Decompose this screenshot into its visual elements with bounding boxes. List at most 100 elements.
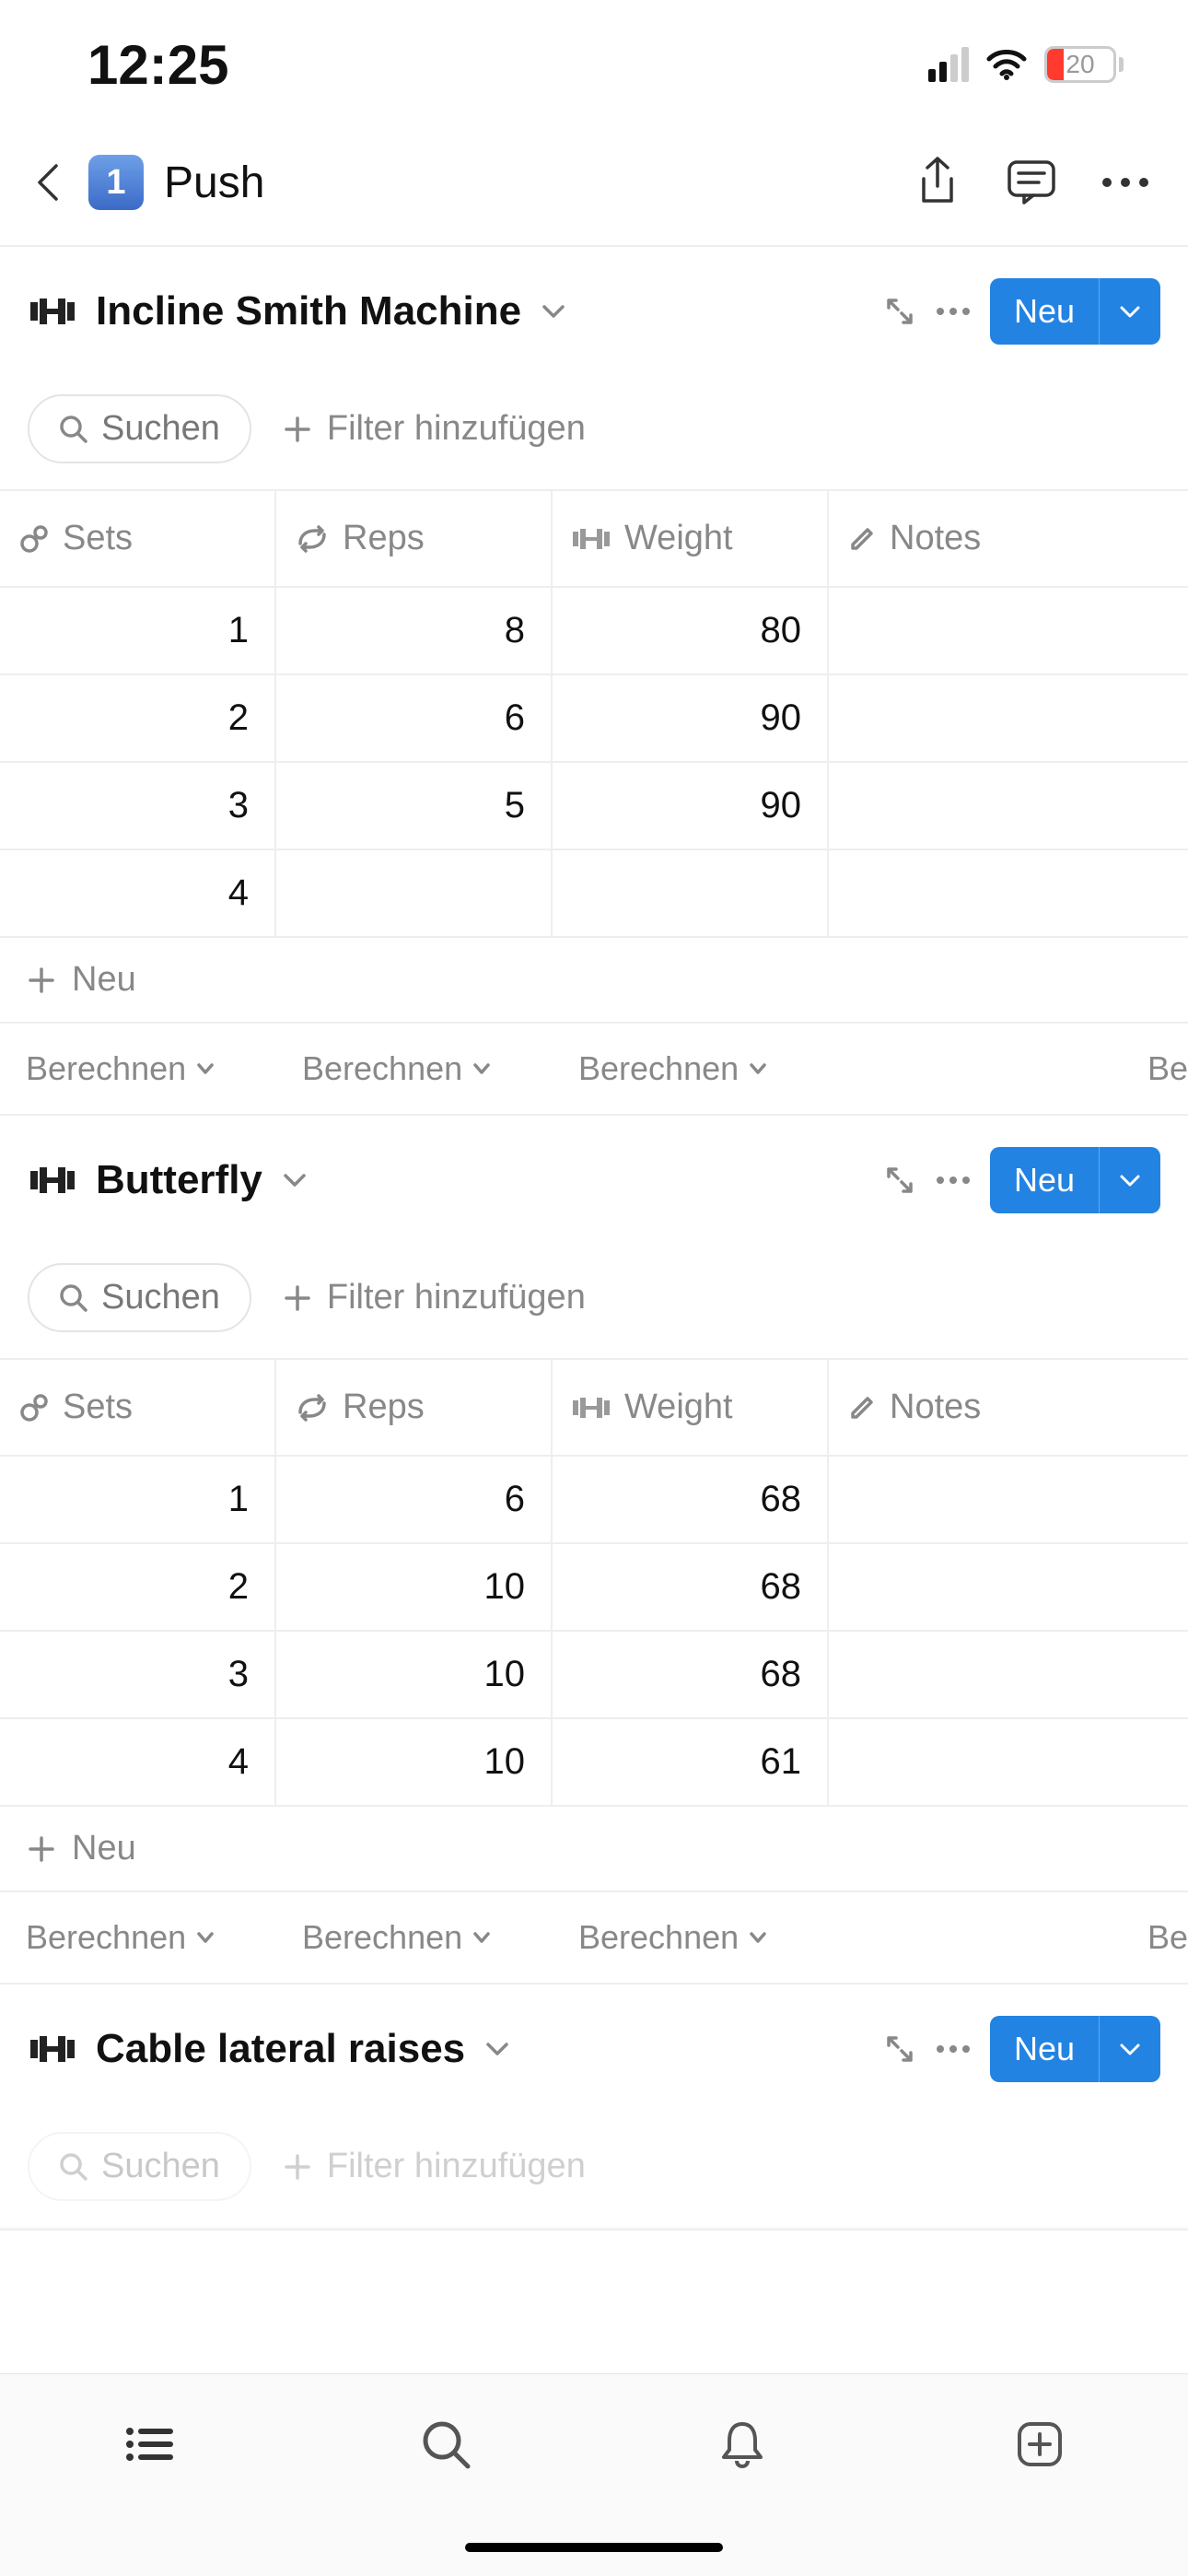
exercise-title[interactable]: Cable lateral raises: [96, 2026, 465, 2072]
expand-button[interactable]: [883, 2032, 916, 2066]
calc-cell[interactable]: Berechnen: [553, 1042, 829, 1095]
add-row-button[interactable]: Neu: [0, 1807, 1188, 1892]
block-more-button[interactable]: [935, 306, 972, 317]
cell-reps[interactable]: 6: [276, 1457, 553, 1542]
cell-notes[interactable]: [829, 1544, 1188, 1630]
calc-cell[interactable]: Berechnen: [0, 1042, 276, 1095]
table-row[interactable]: 1880: [0, 588, 1188, 675]
cell-sets[interactable]: 3: [0, 1632, 276, 1717]
cell-reps[interactable]: 8: [276, 588, 553, 673]
table-row[interactable]: 31068: [0, 1632, 1188, 1719]
new-entry-dropdown[interactable]: [1099, 2016, 1160, 2082]
search-button[interactable]: Suchen: [28, 1263, 251, 1332]
calc-cell[interactable]: Be: [829, 1042, 1188, 1095]
cell-weight[interactable]: 68: [553, 1457, 829, 1542]
cell-notes[interactable]: [829, 675, 1188, 761]
cell-reps[interactable]: 10: [276, 1632, 553, 1717]
table-row[interactable]: 2690: [0, 675, 1188, 763]
cell-notes[interactable]: [829, 1719, 1188, 1805]
back-button[interactable]: [28, 162, 68, 203]
comments-button[interactable]: [1006, 157, 1057, 208]
add-filter-label: Filter hinzufügen: [327, 1278, 586, 1317]
cell-sets[interactable]: 1: [0, 1457, 276, 1542]
dumbbell-icon: [28, 1165, 77, 1195]
exercise-title[interactable]: Butterfly: [96, 1157, 262, 1203]
add-filter-button[interactable]: Filter hinzufügen: [283, 1278, 586, 1317]
cell-weight[interactable]: 68: [553, 1632, 829, 1717]
cell-sets[interactable]: 4: [0, 1719, 276, 1805]
table-row[interactable]: 41061: [0, 1719, 1188, 1807]
add-row-button[interactable]: Neu: [0, 938, 1188, 1024]
cell-sets[interactable]: 4: [0, 850, 276, 936]
column-header-weight[interactable]: Weight: [553, 491, 829, 586]
search-button[interactable]: Suchen: [28, 394, 251, 463]
new-entry-dropdown[interactable]: [1099, 278, 1160, 345]
cell-sets[interactable]: 2: [0, 1544, 276, 1630]
cell-weight[interactable]: [553, 850, 829, 936]
column-header-reps[interactable]: Reps: [276, 491, 553, 586]
chevron-down-icon: [748, 1061, 768, 1076]
exercise-title[interactable]: Incline Smith Machine: [96, 288, 521, 334]
add-filter-button[interactable]: Filter hinzufügen: [283, 409, 586, 449]
tab-list[interactable]: [121, 2417, 176, 2472]
cell-reps[interactable]: [276, 850, 553, 936]
block-more-button[interactable]: [935, 1175, 972, 1186]
calc-cell[interactable]: Berechnen: [0, 1911, 276, 1964]
chevron-down-icon[interactable]: [540, 302, 567, 321]
tab-search[interactable]: [418, 2417, 473, 2472]
calc-cell[interactable]: Berechnen: [276, 1911, 553, 1964]
cell-sets[interactable]: 1: [0, 588, 276, 673]
dumbbell-icon: [571, 527, 611, 551]
column-header-sets[interactable]: Sets: [0, 491, 276, 586]
more-menu-button[interactable]: [1100, 157, 1151, 208]
new-entry-label: Neu: [990, 2030, 1099, 2068]
calc-cell[interactable]: Be: [829, 1911, 1188, 1964]
column-header-reps[interactable]: Reps: [276, 1360, 553, 1455]
table-row[interactable]: 3590: [0, 763, 1188, 850]
calculation-row: Berechnen Berechnen Berechnen Be: [0, 1892, 1188, 1983]
table-row[interactable]: 1668: [0, 1457, 1188, 1544]
share-button[interactable]: [912, 157, 963, 208]
expand-button[interactable]: [883, 295, 916, 328]
cell-reps[interactable]: 6: [276, 675, 553, 761]
tab-add[interactable]: [1012, 2417, 1067, 2472]
calc-cell[interactable]: Berechnen: [276, 1042, 553, 1095]
new-entry-button[interactable]: Neu: [990, 1147, 1160, 1213]
search-icon: [59, 415, 88, 444]
cell-reps[interactable]: 10: [276, 1719, 553, 1805]
cell-sets[interactable]: 3: [0, 763, 276, 849]
cell-notes[interactable]: [829, 588, 1188, 673]
status-bar: 12:25 20: [0, 0, 1188, 120]
column-header-notes[interactable]: Notes: [829, 1360, 1188, 1455]
cell-notes[interactable]: [829, 850, 1188, 936]
table-row[interactable]: 21068: [0, 1544, 1188, 1632]
cell-weight[interactable]: 68: [553, 1544, 829, 1630]
home-indicator[interactable]: [465, 2543, 723, 2552]
cell-sets[interactable]: 2: [0, 675, 276, 761]
tab-bar: [0, 2373, 1188, 2576]
column-header-weight[interactable]: Weight: [553, 1360, 829, 1455]
cell-reps[interactable]: 5: [276, 763, 553, 849]
search-button[interactable]: Suchen: [28, 2132, 251, 2201]
chevron-down-icon[interactable]: [483, 2040, 511, 2058]
cell-weight[interactable]: 90: [553, 675, 829, 761]
chevron-down-icon[interactable]: [281, 1171, 309, 1189]
column-header-notes[interactable]: Notes: [829, 491, 1188, 586]
table-row[interactable]: 4: [0, 850, 1188, 938]
tab-notifications[interactable]: [715, 2417, 770, 2472]
new-entry-button[interactable]: Neu: [990, 278, 1160, 345]
column-header-sets[interactable]: Sets: [0, 1360, 276, 1455]
new-entry-button[interactable]: Neu: [990, 2016, 1160, 2082]
cell-weight[interactable]: 90: [553, 763, 829, 849]
cell-weight[interactable]: 80: [553, 588, 829, 673]
cell-weight[interactable]: 61: [553, 1719, 829, 1805]
new-entry-dropdown[interactable]: [1099, 1147, 1160, 1213]
cell-notes[interactable]: [829, 763, 1188, 849]
block-more-button[interactable]: [935, 2043, 972, 2055]
calc-cell[interactable]: Berechnen: [553, 1911, 829, 1964]
add-filter-button[interactable]: Filter hinzufügen: [283, 2147, 586, 2186]
cell-notes[interactable]: [829, 1632, 1188, 1717]
cell-reps[interactable]: 10: [276, 1544, 553, 1630]
cell-notes[interactable]: [829, 1457, 1188, 1542]
expand-button[interactable]: [883, 1164, 916, 1197]
